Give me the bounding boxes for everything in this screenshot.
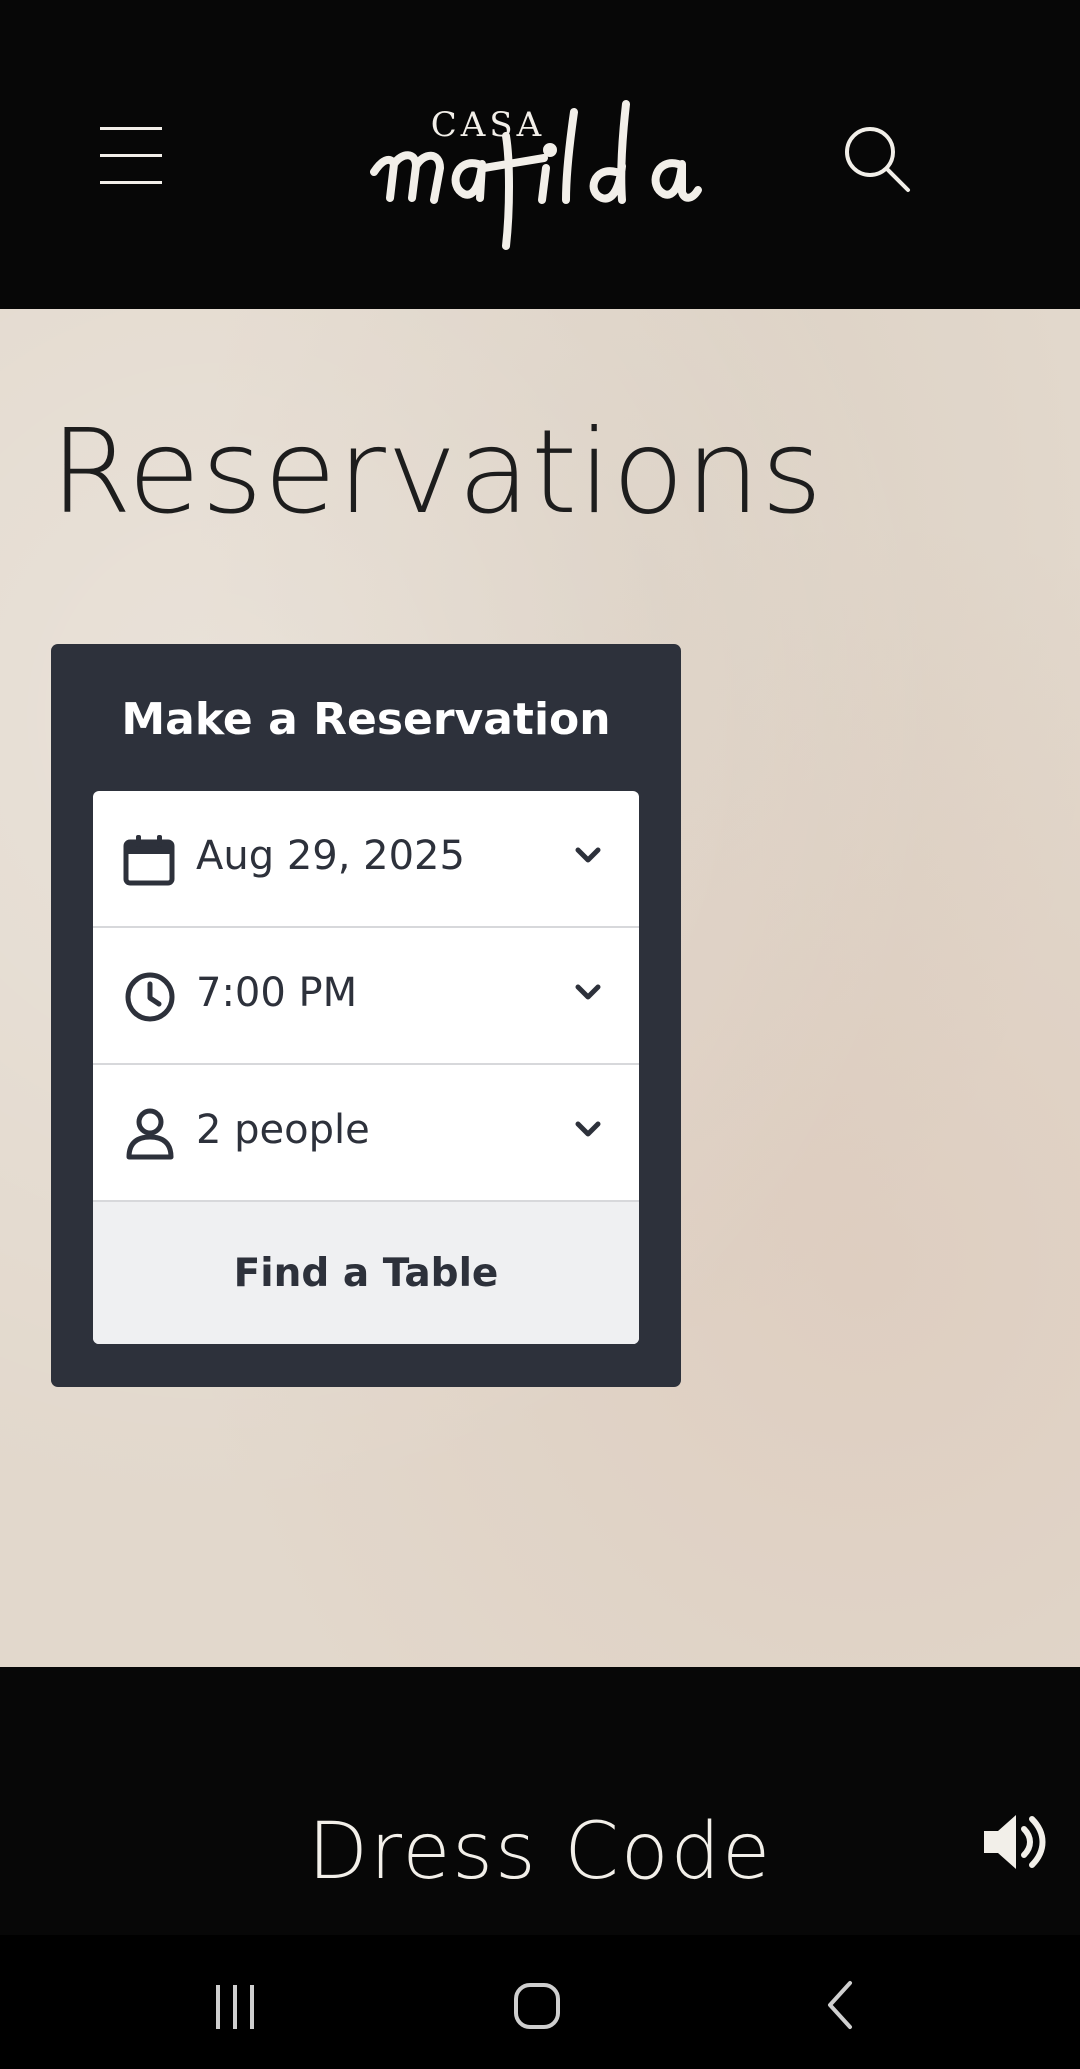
date-value: Aug 29, 2025	[196, 833, 465, 879]
party-size-select[interactable]: 2 people	[93, 1065, 639, 1202]
system-navigation-bar	[0, 1935, 1080, 2069]
time-select[interactable]: 7:00 PM	[93, 928, 639, 1065]
site-header: CASA	[0, 0, 1080, 309]
chevron-down-icon	[575, 1119, 601, 1139]
search-icon[interactable]	[842, 124, 912, 194]
dress-code-title: Dress Code	[307, 1807, 773, 1897]
party-size-value: 2 people	[196, 1107, 370, 1153]
reservation-card: Make a Reservation Aug 29, 2025 7:00 PM …	[51, 644, 681, 1387]
clock-icon	[123, 970, 177, 1024]
logo-script	[370, 100, 702, 250]
reservation-card-title: Make a Reservation	[121, 694, 611, 745]
logo[interactable]: CASA	[360, 60, 720, 260]
back-icon[interactable]	[814, 1975, 874, 2035]
dress-code-section: Dress Code	[0, 1667, 1080, 1935]
person-icon	[123, 1107, 177, 1161]
recents-icon[interactable]	[206, 1975, 266, 2035]
page-title: Reservations	[50, 404, 824, 540]
logo-top-text: CASA	[430, 105, 546, 145]
chevron-down-icon	[575, 982, 601, 1002]
chevron-down-icon	[575, 845, 601, 865]
date-select[interactable]: Aug 29, 2025	[93, 791, 639, 928]
calendar-icon	[123, 833, 177, 887]
reservation-form: Aug 29, 2025 7:00 PM 2 people Find a Tab…	[93, 791, 639, 1344]
time-value: 7:00 PM	[196, 970, 358, 1016]
home-icon[interactable]	[508, 1975, 568, 2035]
reservations-section: Reservations Make a Reservation Aug 29, …	[0, 309, 1080, 1667]
page: CASA Reservations Make a Reservation Aug…	[0, 0, 1080, 2069]
speaker-icon[interactable]	[980, 1807, 1050, 1877]
hamburger-menu-icon[interactable]	[100, 125, 166, 187]
find-table-button[interactable]: Find a Table	[93, 1202, 639, 1344]
